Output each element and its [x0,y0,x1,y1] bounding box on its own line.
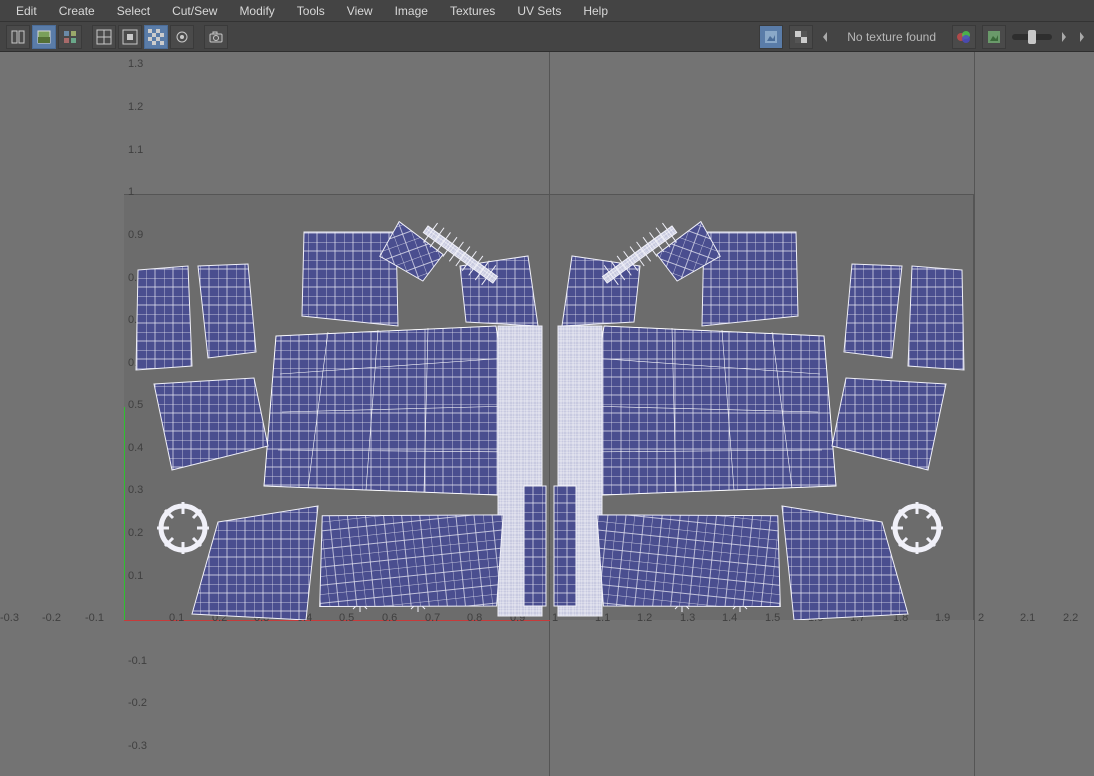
image-display-icon[interactable] [759,25,783,49]
toolbar: No texture found [0,22,1094,52]
tick-v: -0.3 [128,740,147,752]
uv-isolate-icon[interactable] [118,25,142,49]
menu-help[interactable]: Help [573,1,618,21]
menu-image[interactable]: Image [385,1,438,21]
texture-prev-icon[interactable] [819,30,831,44]
axis-v [124,407,125,621]
menu-create[interactable]: Create [49,1,105,21]
gridline-u-05 [549,52,550,776]
tick-u: -0.3 [0,612,19,624]
axis-u [124,620,550,621]
tick-u: 2 [978,612,984,624]
uv-distortion-icon[interactable] [58,25,82,49]
menu-tools[interactable]: Tools [287,1,335,21]
dim-slider[interactable] [1012,34,1052,40]
menu-select[interactable]: Select [107,1,160,21]
tick-v: 1.2 [128,101,143,113]
checker-options-icon[interactable] [789,25,813,49]
uv-snapshot-icon[interactable] [204,25,228,49]
uv-dim-icon[interactable] [170,25,194,49]
tick-u: -0.2 [42,612,61,624]
menu-textures[interactable]: Textures [440,1,505,21]
menu-uvsets[interactable]: UV Sets [507,1,571,21]
uv-lattice-icon[interactable] [6,25,30,49]
tick-v: -0.2 [128,697,147,709]
tick-v: 1.3 [128,58,143,70]
texture-status-label: No texture found [847,30,936,44]
uv-checker-icon[interactable] [144,25,168,49]
uv-viewport[interactable]: 1.3 1.2 1.1 1 0.9 0.8 0.7 0.6 0.5 0.4 0.… [0,52,1094,776]
next-arrow-1-icon[interactable] [1058,30,1070,44]
tick-v: -0.1 [128,655,147,667]
menu-bar: Edit Create Select Cut/Sew Modify Tools … [0,0,1094,22]
tick-u: 2.1 [1020,612,1035,624]
toolbar-right-group: No texture found [759,25,1088,49]
rgb-channels-icon[interactable] [952,25,976,49]
menu-cutsew[interactable]: Cut/Sew [162,1,227,21]
tick-v: 1.1 [128,144,143,156]
next-arrow-2-icon[interactable] [1076,30,1088,44]
menu-edit[interactable]: Edit [6,1,47,21]
tick-u: 2.2 [1063,612,1078,624]
image-ratio-icon[interactable] [982,25,1006,49]
dim-slider-thumb[interactable] [1028,30,1036,44]
tick-u: -0.1 [85,612,104,624]
uv-grid-toggle-icon[interactable] [92,25,116,49]
uv-shaded-icon[interactable] [32,25,56,49]
toolbar-left-group [6,25,228,49]
menu-modify[interactable]: Modify [229,1,284,21]
gridline-u-1 [974,52,975,776]
menu-view[interactable]: View [337,1,383,21]
